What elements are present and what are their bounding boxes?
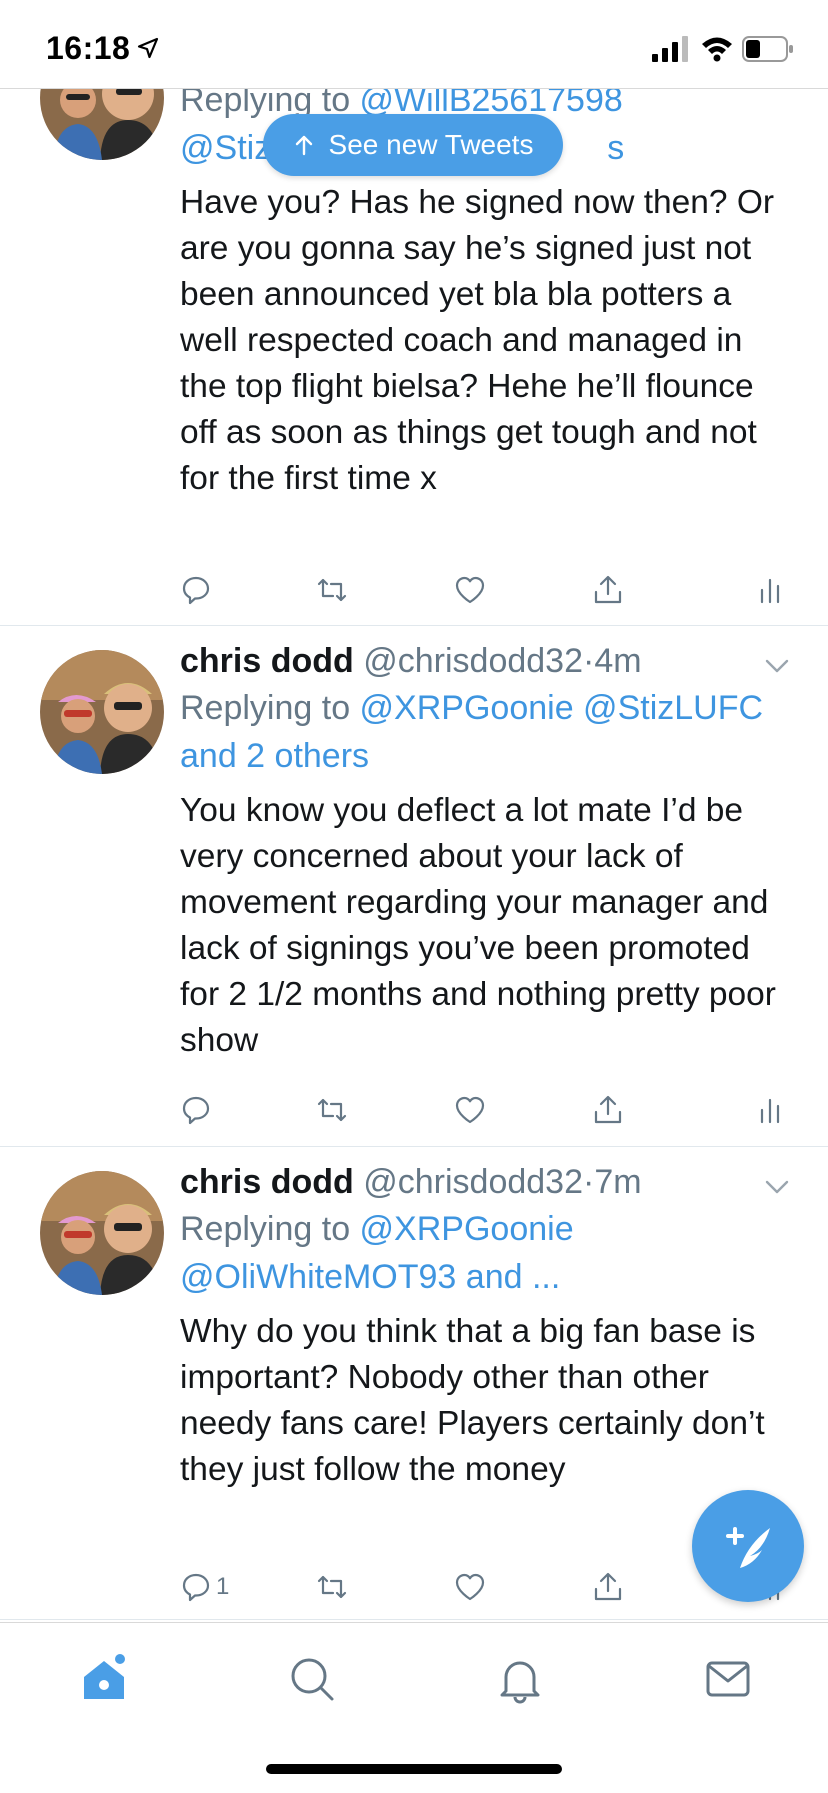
like-button[interactable] [454,1090,486,1130]
heart-icon [455,1096,485,1124]
mention-link-tail[interactable]: s [607,129,624,167]
retweet-icon [317,1098,347,1122]
header-divider [0,88,828,89]
share-icon [594,1095,622,1124]
envelope-icon [706,1661,750,1697]
tweet-actions [180,570,780,610]
avatar[interactable] [40,1171,164,1295]
display-name[interactable]: chris dodd [180,1163,354,1201]
separator-dot: · [583,1163,595,1201]
compose-tweet-button[interactable] [692,1490,804,1602]
mention-link[interactable]: @Stiz [180,129,271,167]
like-button[interactable] [454,1567,486,1607]
reply-button[interactable]: 1 [180,1567,229,1607]
tab-notifications[interactable] [492,1651,548,1707]
replying-prefix: Replying to [180,1210,360,1248]
retweet-button[interactable] [316,1567,348,1607]
timeline: Replying to @WillB25617598 @Stiz s Have y… [0,0,828,1622]
analytics-icon [760,578,780,604]
timestamp: 4m [594,642,642,680]
tab-messages[interactable] [700,1651,756,1707]
tweet-actions: 1 [180,1567,780,1607]
battery-icon [742,36,793,62]
like-button[interactable] [454,570,486,610]
retweet-icon [317,1575,347,1599]
share-icon [594,1572,622,1601]
bell-icon [500,1661,540,1704]
chevron-down-icon[interactable] [762,656,792,676]
retweet-button[interactable] [316,1090,348,1130]
heart-icon [455,1573,485,1601]
share-icon [594,575,622,604]
search-icon [291,1658,334,1701]
analytics-button[interactable] [754,1090,786,1130]
analytics-icon [760,1098,780,1124]
tweet-text: Have you? Has he signed now then? Or are… [180,184,775,497]
wifi-icon [702,37,732,62]
timestamp: 7m [594,1163,642,1201]
status-bar: 16:18 [0,0,828,88]
tab-home[interactable] [76,1651,132,1707]
reply-button[interactable] [180,1090,212,1130]
share-button[interactable] [592,1090,624,1130]
user-handle[interactable]: @chrisdodd32 [363,642,583,680]
share-button[interactable] [592,1567,624,1607]
home-indicator [266,1764,562,1774]
reply-button[interactable] [180,570,212,610]
arrow-up-icon [295,135,312,156]
reply-icon [182,1096,210,1125]
reply-icon [182,1573,210,1602]
divider [0,1146,828,1147]
display-name[interactable]: chris dodd [180,642,354,680]
analytics-button[interactable] [754,570,786,610]
location-arrow-icon [137,37,159,59]
separator-dot: · [583,642,595,680]
retweet-button[interactable] [316,570,348,610]
retweet-icon [317,578,347,602]
divider [0,1619,828,1620]
tab-search[interactable] [284,1651,340,1707]
replying-to: Replying to @XRPGoonie @OliWhiteMOT93 an… [180,1205,790,1301]
chevron-down-icon[interactable] [762,1177,792,1197]
see-new-tweets-button[interactable]: See new Tweets [263,114,563,176]
compose-feather-icon [726,1527,770,1568]
heart-icon [455,576,485,604]
tweet-actions [180,1090,780,1130]
cellular-signal-icon [652,36,688,62]
divider [0,625,828,626]
user-handle[interactable]: @chrisdodd32 [363,1163,583,1201]
reply-count: 1 [216,1573,230,1600]
see-new-tweets-label: See new Tweets [328,129,534,160]
avatar[interactable] [40,650,164,774]
tweet-header: chris dodd @chrisdodd32·4m [180,640,790,682]
tweet-header: chris dodd @chrisdodd32·7m [180,1161,790,1203]
replying-to: Replying to @XRPGoonie @StizLUFC and 2 o… [180,684,790,780]
replying-prefix: Replying to [180,689,360,727]
tweet-text: You know you deflect a lot mate I’d be v… [180,792,776,1059]
tweet-text: Why do you think that a big fan base is … [180,1313,765,1488]
share-button[interactable] [592,570,624,610]
reply-icon [182,576,210,605]
status-time: 16:18 [46,30,131,66]
home-icon [84,1654,125,1699]
